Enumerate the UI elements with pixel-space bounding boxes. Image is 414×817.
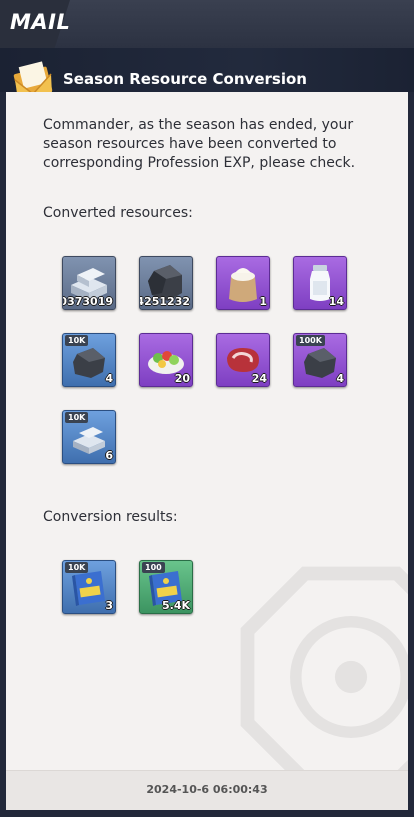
item-quantity: 4 [105,372,113,385]
item-quantity: 4 [336,372,344,385]
item-iron-ingot[interactable]: 50373019 [62,256,116,310]
converted-resources-label: Converted resources: [43,205,193,221]
watermark-emblem [240,566,408,788]
item-badge: 10K [65,562,89,573]
mail-subject: Season Resource Conversion [63,70,307,88]
item-quantity: 24 [251,372,267,385]
item-exp-book-100[interactable]: 100 5.4K [139,560,193,614]
item-quantity: 6 [105,449,113,462]
item-quantity: 50373019 [63,295,113,308]
item-quantity: 1 [259,295,267,308]
item-quantity: 14 [328,295,344,308]
item-iron-chest-10k[interactable]: 10K 6 [62,410,116,464]
item-quantity: 5.4K [161,599,190,612]
item-flour-sack[interactable]: 1 [216,256,270,310]
mail-timestamp: 2024-10-6 06:00:43 [146,783,268,796]
page-title: MAIL [10,10,71,34]
item-badge: 100K [296,335,325,346]
header-bar: MAIL [0,0,414,48]
item-ore-chest-100k[interactable]: 100K 4 [293,333,347,387]
item-salad-bowl[interactable]: 20 [139,333,193,387]
item-milk-bottle[interactable]: 14 [293,256,347,310]
timestamp-bar: 2024-10-6 06:00:43 [6,770,408,810]
item-badge: 100 [142,562,165,573]
item-badge: 10K [65,335,89,346]
item-quantity: 4251232 [139,295,190,308]
item-steak[interactable]: 24 [216,333,270,387]
mail-content-panel: Commander, as the season has ended, your… [6,92,408,810]
conversion-results-label: Conversion results: [43,509,178,525]
item-ore[interactable]: 4251232 [139,256,193,310]
item-ore-chest-10k[interactable]: 10K 4 [62,333,116,387]
item-exp-book-10k[interactable]: 10K 3 [62,560,116,614]
mail-body: Commander, as the season has ended, your… [43,117,356,171]
item-quantity: 3 [105,599,113,612]
item-badge: 10K [65,412,89,423]
item-quantity: 20 [174,372,190,385]
